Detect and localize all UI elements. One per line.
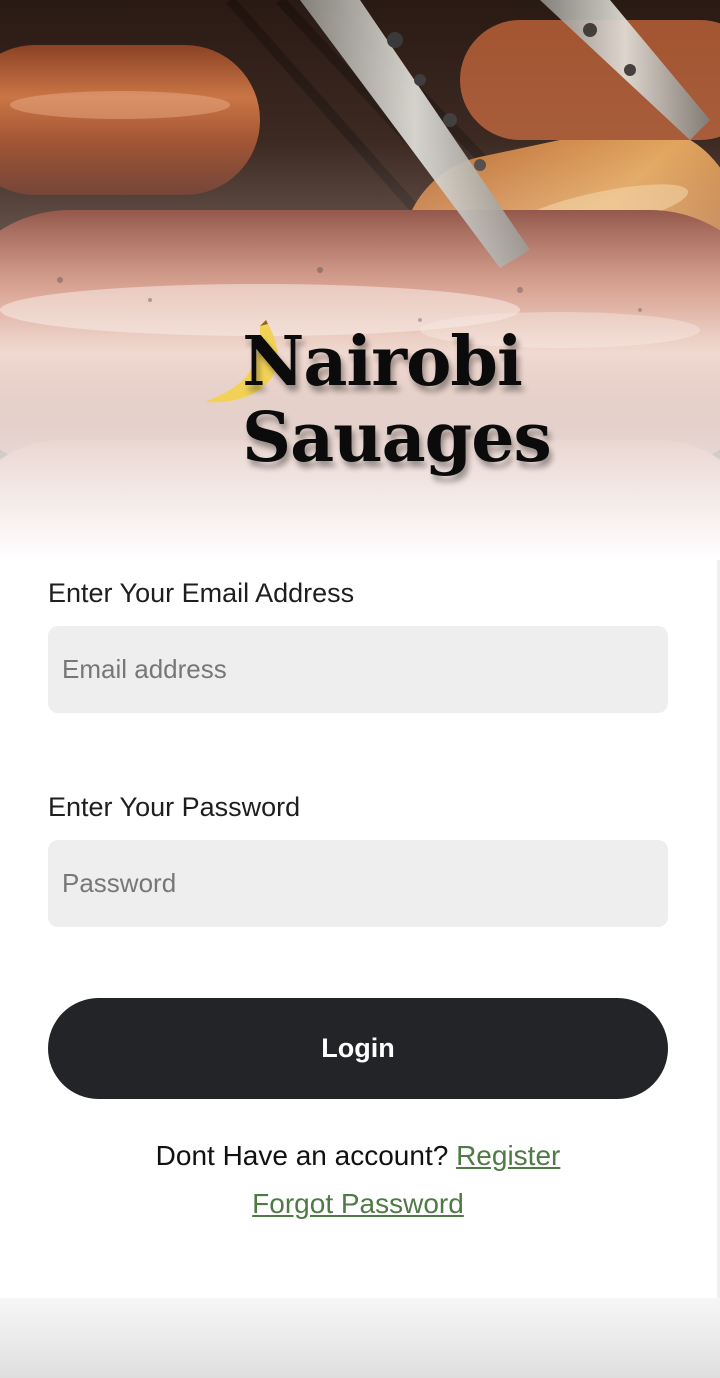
register-link[interactable]: Register bbox=[456, 1140, 560, 1171]
login-button[interactable]: Login bbox=[48, 998, 668, 1099]
register-prompt: Dont Have an account? Register bbox=[0, 1140, 716, 1172]
forgot-password-row: Forgot Password bbox=[0, 1188, 716, 1220]
password-field[interactable] bbox=[48, 840, 668, 927]
brand-title-line-2: Sauages bbox=[242, 398, 552, 478]
hero-banner: Nairobi Sauages bbox=[0, 0, 720, 560]
brand-logo: Nairobi Sauages bbox=[198, 318, 552, 488]
no-account-text: Dont Have an account? bbox=[155, 1140, 449, 1171]
email-field[interactable] bbox=[48, 626, 668, 713]
forgot-password-link[interactable]: Forgot Password bbox=[252, 1188, 464, 1219]
brand-title-line-1: Nairobi bbox=[242, 322, 523, 402]
login-page: Nairobi Sauages Enter Your Email Address… bbox=[0, 0, 720, 1378]
bottom-bar bbox=[0, 1298, 720, 1378]
brand-title: Nairobi Sauages bbox=[242, 322, 552, 478]
password-label: Enter Your Password bbox=[48, 792, 301, 822]
email-label: Enter Your Email Address bbox=[48, 578, 355, 608]
